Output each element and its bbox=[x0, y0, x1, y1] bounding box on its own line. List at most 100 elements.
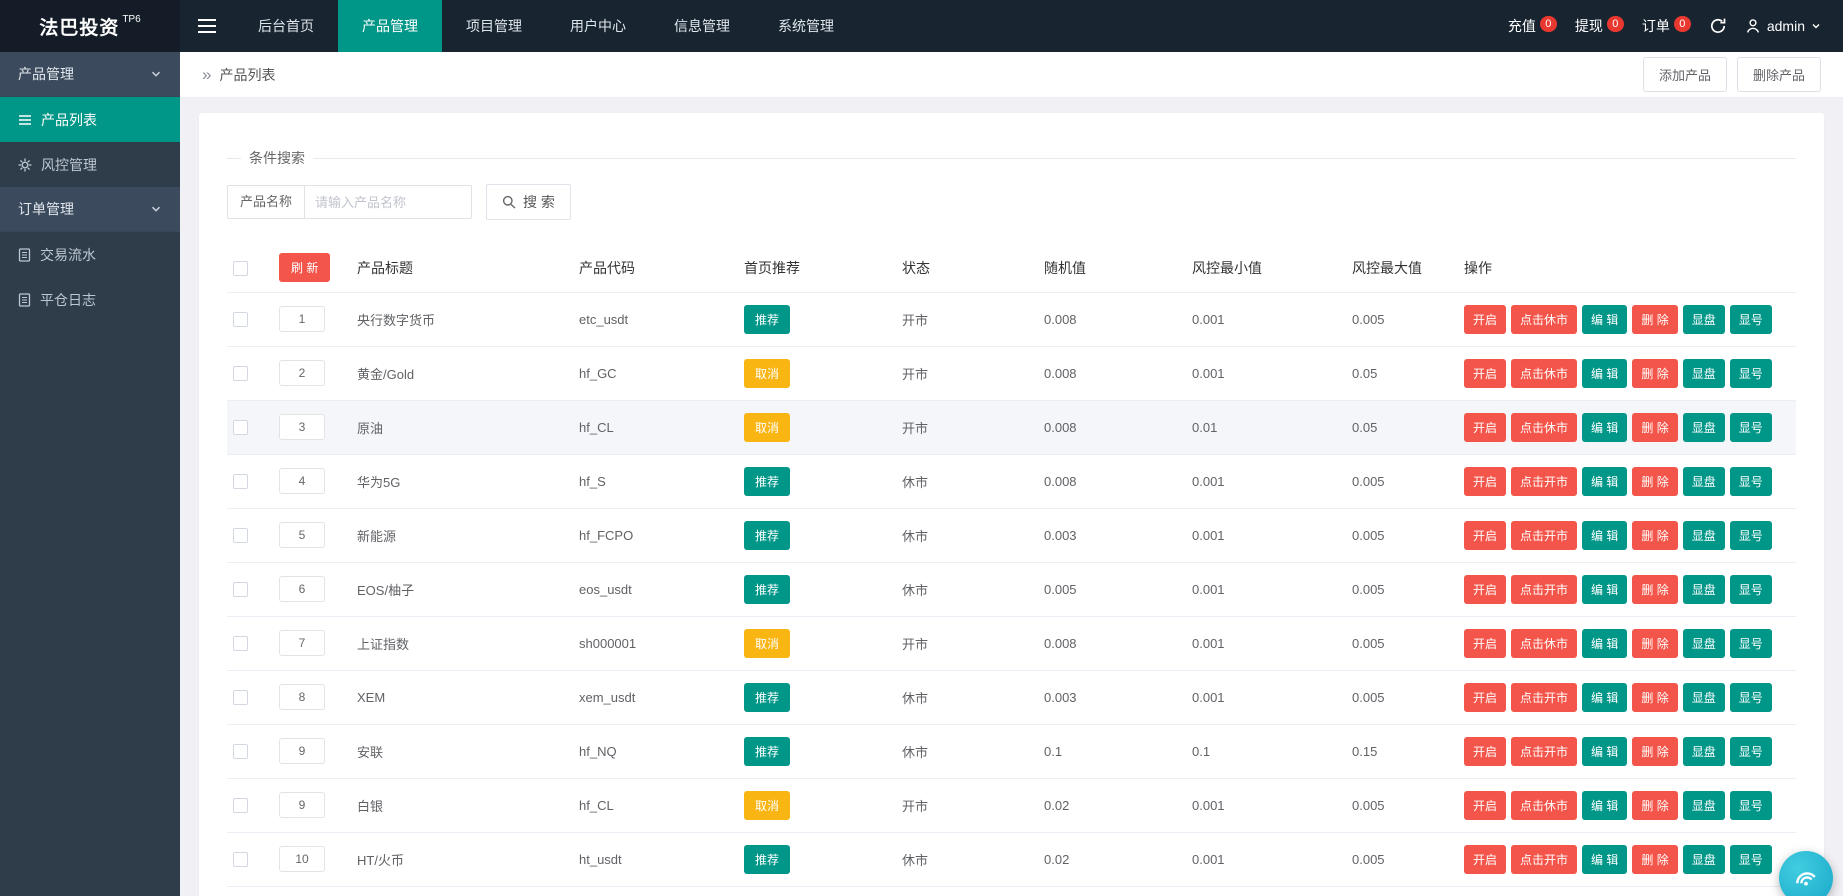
sort-order-input[interactable]: 3 bbox=[279, 414, 325, 440]
row-checkbox[interactable] bbox=[233, 690, 248, 705]
sort-order-input[interactable]: 8 bbox=[279, 684, 325, 710]
refresh-icon[interactable] bbox=[1709, 17, 1727, 35]
show-board-button[interactable]: 显盘 bbox=[1683, 521, 1725, 550]
edit-button[interactable]: 编 辑 bbox=[1582, 305, 1627, 334]
delete-button[interactable]: 删 除 bbox=[1632, 629, 1677, 658]
enable-button[interactable]: 开启 bbox=[1464, 845, 1506, 874]
topbar-stat[interactable]: 订单0 bbox=[1642, 16, 1691, 36]
delete-button[interactable]: 删 除 bbox=[1632, 521, 1677, 550]
show-number-button[interactable]: 显号 bbox=[1730, 359, 1772, 388]
show-number-button[interactable]: 显号 bbox=[1730, 629, 1772, 658]
sidebar-group-header[interactable]: 产品管理 bbox=[0, 52, 180, 97]
refresh-button[interactable]: 刷 新 bbox=[279, 253, 330, 282]
edit-button[interactable]: 编 辑 bbox=[1582, 467, 1627, 496]
delete-button[interactable]: 删 除 bbox=[1632, 575, 1677, 604]
recommend-toggle-button[interactable]: 推荐 bbox=[744, 683, 790, 712]
row-checkbox[interactable] bbox=[233, 474, 248, 489]
show-board-button[interactable]: 显盘 bbox=[1683, 629, 1725, 658]
recommend-toggle-button[interactable]: 取消 bbox=[744, 629, 790, 658]
recommend-toggle-button[interactable]: 推荐 bbox=[744, 845, 790, 874]
recommend-toggle-button[interactable]: 取消 bbox=[744, 791, 790, 820]
delete-button[interactable]: 删 除 bbox=[1632, 413, 1677, 442]
recommend-toggle-button[interactable]: 推荐 bbox=[744, 575, 790, 604]
recommend-toggle-button[interactable]: 推荐 bbox=[744, 305, 790, 334]
sort-order-input[interactable]: 2 bbox=[279, 360, 325, 386]
user-menu[interactable]: admin bbox=[1745, 18, 1821, 34]
sidebar-item-风控管理[interactable]: 风控管理 bbox=[0, 142, 180, 187]
top-menu-item[interactable]: 产品管理 bbox=[338, 0, 442, 52]
edit-button[interactable]: 编 辑 bbox=[1582, 521, 1627, 550]
market-toggle-button[interactable]: 点击休市 bbox=[1511, 791, 1577, 820]
row-checkbox[interactable] bbox=[233, 366, 248, 381]
add-product-button[interactable]: 添加产品 bbox=[1643, 57, 1727, 92]
market-toggle-button[interactable]: 点击开市 bbox=[1511, 467, 1577, 496]
app-logo[interactable]: 法巴投资 TP6 bbox=[0, 0, 180, 52]
show-number-button[interactable]: 显号 bbox=[1730, 791, 1772, 820]
show-number-button[interactable]: 显号 bbox=[1730, 305, 1772, 334]
recommend-toggle-button[interactable]: 取消 bbox=[744, 359, 790, 388]
show-number-button[interactable]: 显号 bbox=[1730, 575, 1772, 604]
delete-product-button[interactable]: 删除产品 bbox=[1737, 57, 1821, 92]
show-board-button[interactable]: 显盘 bbox=[1683, 359, 1725, 388]
sort-order-input[interactable]: 4 bbox=[279, 468, 325, 494]
row-checkbox[interactable] bbox=[233, 420, 248, 435]
delete-button[interactable]: 删 除 bbox=[1632, 791, 1677, 820]
delete-button[interactable]: 删 除 bbox=[1632, 467, 1677, 496]
row-checkbox[interactable] bbox=[233, 528, 248, 543]
top-menu-item[interactable]: 用户中心 bbox=[546, 0, 650, 52]
enable-button[interactable]: 开启 bbox=[1464, 359, 1506, 388]
sidebar-item-产品列表[interactable]: 产品列表 bbox=[0, 97, 180, 142]
market-toggle-button[interactable]: 点击休市 bbox=[1511, 359, 1577, 388]
sidebar-item-平仓日志[interactable]: 平仓日志 bbox=[0, 277, 180, 322]
show-number-button[interactable]: 显号 bbox=[1730, 845, 1772, 874]
edit-button[interactable]: 编 辑 bbox=[1582, 737, 1627, 766]
enable-button[interactable]: 开启 bbox=[1464, 305, 1506, 334]
market-toggle-button[interactable]: 点击休市 bbox=[1511, 305, 1577, 334]
enable-button[interactable]: 开启 bbox=[1464, 791, 1506, 820]
show-board-button[interactable]: 显盘 bbox=[1683, 791, 1725, 820]
row-checkbox[interactable] bbox=[233, 582, 248, 597]
show-board-button[interactable]: 显盘 bbox=[1683, 737, 1725, 766]
edit-button[interactable]: 编 辑 bbox=[1582, 791, 1627, 820]
recommend-toggle-button[interactable]: 推荐 bbox=[744, 467, 790, 496]
top-menu-item[interactable]: 项目管理 bbox=[442, 0, 546, 52]
product-name-input[interactable] bbox=[304, 185, 472, 219]
recommend-toggle-button[interactable]: 推荐 bbox=[744, 737, 790, 766]
show-number-button[interactable]: 显号 bbox=[1730, 467, 1772, 496]
enable-button[interactable]: 开启 bbox=[1464, 629, 1506, 658]
edit-button[interactable]: 编 辑 bbox=[1582, 683, 1627, 712]
enable-button[interactable]: 开启 bbox=[1464, 467, 1506, 496]
sidebar-item-交易流水[interactable]: 交易流水 bbox=[0, 232, 180, 277]
edit-button[interactable]: 编 辑 bbox=[1582, 575, 1627, 604]
enable-button[interactable]: 开启 bbox=[1464, 521, 1506, 550]
row-checkbox[interactable] bbox=[233, 636, 248, 651]
enable-button[interactable]: 开启 bbox=[1464, 737, 1506, 766]
row-checkbox[interactable] bbox=[233, 852, 248, 867]
sort-order-input[interactable]: 6 bbox=[279, 576, 325, 602]
sort-order-input[interactable]: 7 bbox=[279, 630, 325, 656]
edit-button[interactable]: 编 辑 bbox=[1582, 629, 1627, 658]
show-board-button[interactable]: 显盘 bbox=[1683, 467, 1725, 496]
top-menu-item[interactable]: 后台首页 bbox=[234, 0, 338, 52]
delete-button[interactable]: 删 除 bbox=[1632, 737, 1677, 766]
show-board-button[interactable]: 显盘 bbox=[1683, 683, 1725, 712]
market-toggle-button[interactable]: 点击开市 bbox=[1511, 521, 1577, 550]
row-checkbox[interactable] bbox=[233, 744, 248, 759]
customer-service-float-button[interactable] bbox=[1779, 851, 1833, 896]
show-number-button[interactable]: 显号 bbox=[1730, 521, 1772, 550]
market-toggle-button[interactable]: 点击开市 bbox=[1511, 737, 1577, 766]
enable-button[interactable]: 开启 bbox=[1464, 575, 1506, 604]
row-checkbox[interactable] bbox=[233, 798, 248, 813]
market-toggle-button[interactable]: 点击开市 bbox=[1511, 683, 1577, 712]
sort-order-input[interactable]: 9 bbox=[279, 738, 325, 764]
edit-button[interactable]: 编 辑 bbox=[1582, 845, 1627, 874]
recommend-toggle-button[interactable]: 取消 bbox=[744, 413, 790, 442]
sort-order-input[interactable]: 1 bbox=[279, 306, 325, 332]
hamburger-icon[interactable] bbox=[180, 0, 234, 52]
enable-button[interactable]: 开启 bbox=[1464, 683, 1506, 712]
edit-button[interactable]: 编 辑 bbox=[1582, 413, 1627, 442]
show-board-button[interactable]: 显盘 bbox=[1683, 575, 1725, 604]
sort-order-input[interactable]: 5 bbox=[279, 522, 325, 548]
delete-button[interactable]: 删 除 bbox=[1632, 359, 1677, 388]
show-board-button[interactable]: 显盘 bbox=[1683, 413, 1725, 442]
